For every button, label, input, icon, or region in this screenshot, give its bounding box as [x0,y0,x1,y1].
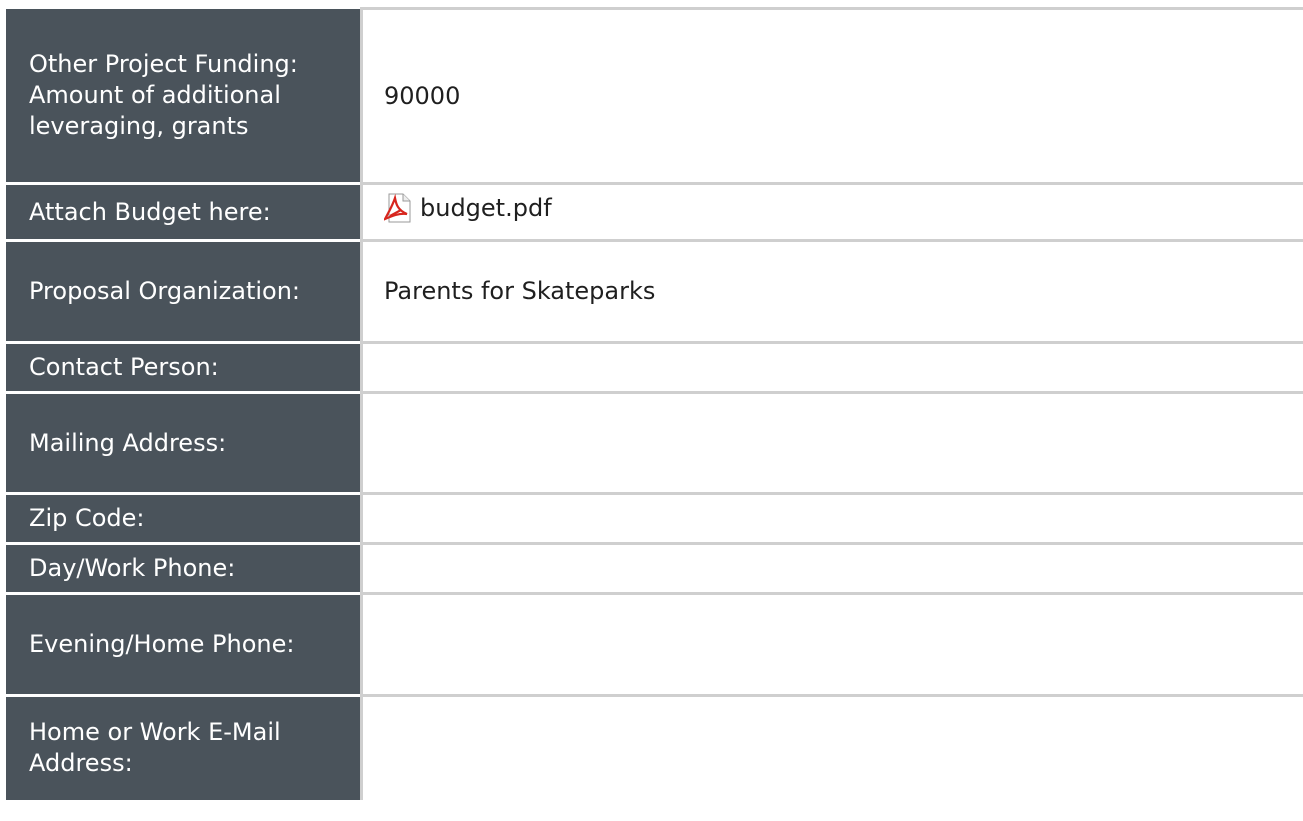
evening-home-phone-label: Evening/Home Phone: [6,592,362,696]
email-address-value [360,694,1303,800]
attach-budget-value: budget.pdf [360,182,1303,241]
table-row: Attach Budget here: budget.pdf [6,182,1303,241]
attach-budget-label: Attach Budget here: [6,182,362,241]
zip-code-label: Zip Code: [6,492,362,544]
budget-file-name: budget.pdf [420,193,552,222]
contact-person-label: Contact Person: [6,341,362,393]
proposal-organization-value: Parents for Skateparks [360,239,1303,343]
zip-code-value [360,492,1303,544]
other-project-funding-value: 90000 [360,7,1303,184]
table-row: Evening/Home Phone: [6,592,1303,696]
day-work-phone-value [360,542,1303,594]
day-work-phone-label: Day/Work Phone: [6,542,362,594]
pdf-icon [384,193,411,223]
table-row: Zip Code: [6,492,1303,544]
table-row: Home or Work E-Mail Address: [6,694,1303,800]
table-row: Contact Person: [6,341,1303,393]
table-row: Day/Work Phone: [6,542,1303,594]
other-project-funding-label: Other Project Funding: Amount of additio… [6,8,362,184]
evening-home-phone-value [360,592,1303,696]
proposal-details-table: Other Project Funding: Amount of additio… [6,7,1303,800]
table-row: Proposal Organization: Parents for Skate… [6,239,1303,343]
mailing-address-label: Mailing Address: [6,391,362,494]
contact-person-value [360,341,1303,393]
mailing-address-value [360,391,1303,494]
email-address-label: Home or Work E-Mail Address: [6,694,362,800]
table-row: Mailing Address: [6,391,1303,494]
proposal-organization-label: Proposal Organization: [6,239,362,343]
table-row: Other Project Funding: Amount of additio… [6,7,1303,184]
budget-file-link[interactable]: budget.pdf [384,193,552,224]
